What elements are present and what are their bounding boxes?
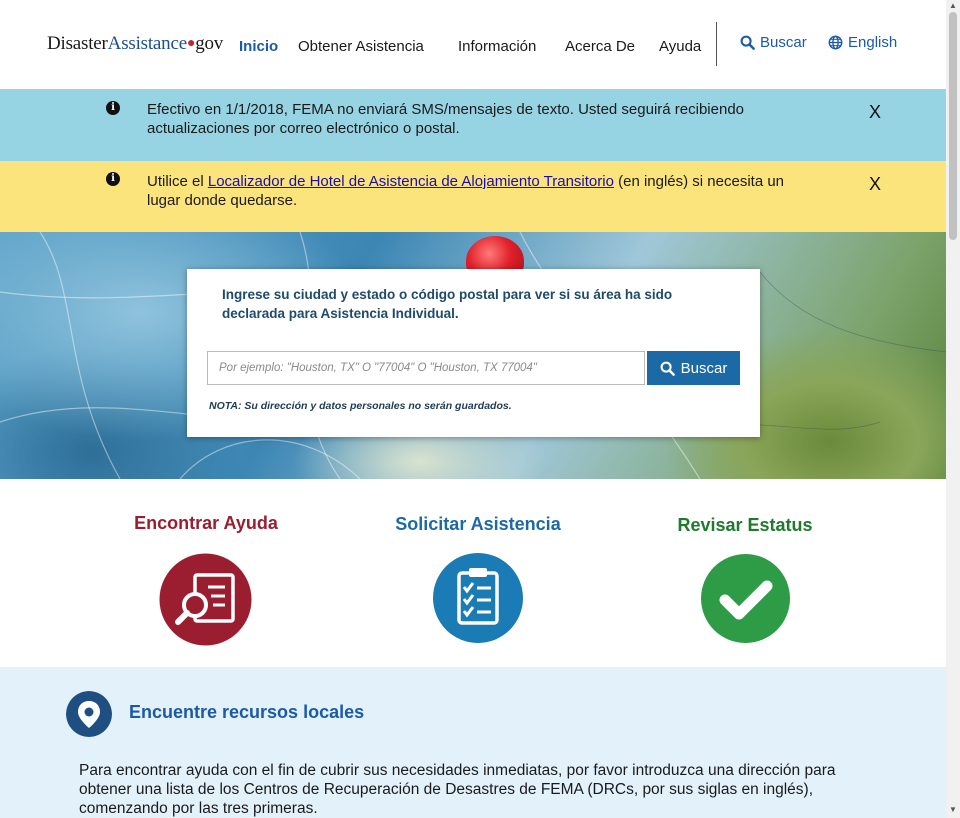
local-resources-description: Para encontrar ayuda con el fin de cubri… — [79, 762, 836, 817]
alert-hotel-close-button[interactable]: X — [869, 174, 881, 195]
nav-item-inicio[interactable]: Inicio — [239, 38, 278, 55]
hotel-locator-link[interactable]: Localizador de Hotel de Asistencia de Al… — [208, 173, 614, 190]
logo-dot: ● — [186, 36, 196, 51]
globe-icon — [828, 35, 843, 50]
feature-encontrar-ayuda-title: Encontrar Ayuda — [134, 513, 278, 533]
alert-sms-text: Efectivo en 1/1/2018, FEMA no enviará SM… — [147, 101, 744, 137]
nav-item-ayuda[interactable]: Ayuda — [659, 38, 701, 55]
nav-item-informacion[interactable]: Información — [458, 38, 536, 55]
header-search-link[interactable]: Buscar — [740, 34, 807, 51]
search-icon — [660, 361, 675, 376]
area-search-button-label: Buscar — [680, 359, 728, 377]
local-resources-section: Encuentre recursos locales Para encontra… — [0, 667, 946, 818]
document-magnifier-icon[interactable] — [159, 553, 252, 646]
checkmark-icon[interactable] — [701, 554, 790, 643]
feature-revisar-estatus[interactable]: Revisar Estatus — [610, 515, 880, 536]
area-search-button[interactable]: Buscar — [647, 351, 740, 385]
privacy-note: NOTA: Su dirección y datos personales no… — [209, 400, 512, 412]
area-search-input[interactable]: Por ejemplo: "Houston, TX" O "77004" O "… — [207, 351, 645, 385]
alert-sms-close-button[interactable]: X — [869, 102, 881, 123]
info-icon: i — [106, 172, 120, 186]
page: DisasterAssistance●gov Inicio Obtener As… — [0, 0, 946, 818]
area-search-placeholder: Por ejemplo: "Houston, TX" O "77004" O "… — [219, 362, 537, 374]
alert-sms-banner: i Efectivo en 1/1/2018, FEMA no enviará … — [0, 89, 946, 161]
scroll-down-arrow-icon[interactable]: ▼ — [949, 806, 957, 814]
feature-solicitar-asistencia[interactable]: Solicitar Asistencia — [343, 514, 613, 535]
site-header: DisasterAssistance●gov Inicio Obtener As… — [0, 0, 946, 89]
site-logo[interactable]: DisasterAssistance●gov — [47, 33, 223, 55]
logo-text-gov: gov — [195, 33, 224, 54]
nav-item-acerca-de[interactable]: Acerca De — [565, 38, 635, 55]
area-search-card: Ingrese su ciudad y estado o código post… — [187, 269, 760, 437]
area-search-heading: Ingrese su ciudad y estado o código post… — [222, 287, 673, 321]
location-pin-icon — [66, 691, 112, 737]
alert-hotel-text: Utilice el Localizador de Hotel de Asist… — [147, 172, 807, 210]
alert-hotel-banner: i Utilice el Localizador de Hotel de Asi… — [0, 161, 946, 232]
local-resources-title: Encuentre recursos locales — [129, 702, 365, 722]
feature-solicitar-asistencia-title: Solicitar Asistencia — [395, 514, 561, 534]
nav-item-obtener-asistencia[interactable]: Obtener Asistencia — [298, 38, 424, 55]
search-icon — [740, 35, 755, 50]
info-icon: i — [106, 101, 120, 115]
alert-hotel-text-before: Utilice el — [147, 173, 208, 190]
feature-revisar-estatus-title: Revisar Estatus — [677, 515, 813, 535]
page-scrollbar[interactable]: ▲ ▼ — [946, 0, 960, 818]
language-toggle-label: English — [848, 34, 898, 51]
clipboard-checklist-icon[interactable] — [433, 553, 523, 643]
logo-text-disaster: Disaster — [47, 33, 108, 54]
scroll-up-arrow-icon[interactable]: ▲ — [949, 2, 957, 10]
language-toggle-link[interactable]: English — [828, 34, 897, 51]
nav-divider — [716, 22, 717, 66]
logo-text-assistance: Assistance — [107, 33, 187, 54]
header-search-label: Buscar — [760, 34, 807, 51]
feature-encontrar-ayuda[interactable]: Encontrar Ayuda — [71, 513, 341, 534]
scrollbar-thumb[interactable] — [949, 12, 957, 240]
